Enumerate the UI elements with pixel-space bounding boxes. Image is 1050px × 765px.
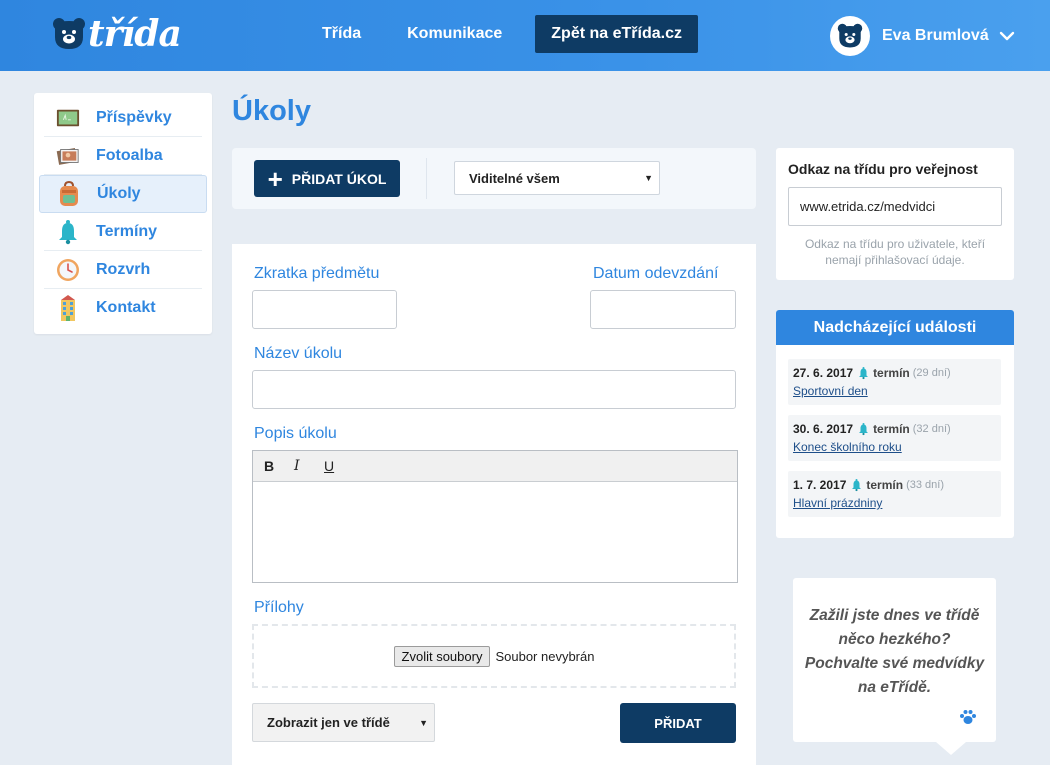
event-type: termín — [866, 478, 904, 492]
clock-icon — [56, 258, 80, 282]
nav-link-trida[interactable]: Třída — [322, 15, 361, 53]
description-textarea[interactable] — [253, 482, 737, 582]
bear-avatar-icon — [837, 23, 863, 48]
event-days: (32 dní) — [912, 423, 951, 435]
sidebar-item-fotoalba[interactable]: Fotoalba — [44, 137, 202, 175]
choose-files-button[interactable]: Zvolit soubory — [393, 645, 491, 667]
select-arrow-icon: ▼ — [419, 717, 428, 728]
task-form: Zkratka předmětu Datum odevzdání Název ú… — [232, 244, 756, 765]
bold-button[interactable]: B — [263, 458, 293, 474]
event-type: termín — [873, 422, 910, 436]
event-link[interactable]: Konec školního roku — [793, 440, 902, 454]
due-date-label: Datum odevzdání — [593, 265, 719, 282]
back-to-etrida-button[interactable]: Zpět na eTřída.cz — [535, 15, 698, 53]
public-link-card: Odkaz na třídu pro veřejnost www.etrida.… — [776, 148, 1014, 280]
event-link[interactable]: Hlavní prázdniny — [793, 496, 882, 510]
task-name-input[interactable] — [252, 370, 736, 409]
sidebar-item-kontakt[interactable]: Kontakt — [44, 289, 202, 327]
sidebar-item-rozvrh[interactable]: Rozvrh — [44, 251, 202, 289]
bell-icon — [858, 366, 869, 380]
underline-button[interactable]: U — [323, 458, 353, 474]
page-title: Úkoly — [232, 95, 311, 127]
sidebar-item-label: Rozvrh — [96, 260, 151, 278]
chalkboard-icon — [56, 106, 80, 130]
show-in-class-select[interactable]: Zobrazit jen ve třídě ▼ — [252, 703, 435, 742]
due-date-input[interactable] — [590, 290, 736, 329]
sidebar-item-label: Úkoly — [97, 185, 141, 202]
sidebar: Příspěvky Fotoalba Úkoly Termíny Rozvrh … — [34, 93, 212, 334]
promo-text: Zažili jste dnes ve třídě něco hezkého? … — [804, 607, 985, 696]
event-date: 27. 6. 2017 — [793, 366, 854, 380]
toolbar-divider — [426, 158, 427, 199]
bell-icon — [56, 219, 80, 244]
user-menu[interactable]: Eva Brumlová — [830, 16, 1015, 56]
attachments-label: Přílohy — [254, 599, 304, 616]
chevron-down-icon — [999, 31, 1014, 41]
subject-label: Zkratka předmětu — [254, 265, 380, 282]
top-header: třída Třída Komunikace Zpět na eTřída.cz… — [0, 0, 1050, 71]
event-link[interactable]: Sportovní den — [793, 384, 868, 398]
sidebar-item-label: Příspěvky — [96, 108, 172, 126]
events-title: Nadcházející události — [776, 310, 1014, 345]
file-status: Soubor nevybrán — [495, 648, 595, 664]
sidebar-item-label: Kontakt — [96, 299, 156, 316]
user-name: Eva Brumlová — [882, 27, 989, 44]
task-name-label: Název úkolu — [254, 345, 343, 362]
nav-link-komunikace[interactable]: Komunikace — [407, 15, 502, 53]
event-date: 30. 6. 2017 — [793, 422, 854, 436]
show-selected-value: Zobrazit jen ve třídě — [267, 715, 390, 730]
avatar — [830, 16, 870, 56]
event-type: termín — [873, 366, 910, 380]
paw-icon — [960, 710, 976, 724]
bell-icon — [858, 422, 869, 436]
plus-icon: + — [267, 163, 283, 194]
submit-add-button[interactable]: PŘIDAT — [620, 703, 736, 743]
editor-toolbar: B I U — [253, 451, 737, 482]
bell-icon — [851, 478, 862, 492]
bubble-tail — [936, 742, 966, 755]
event-days: (29 dní) — [912, 367, 951, 379]
upcoming-events-card: Nadcházející události 27. 6. 2017 termín… — [776, 310, 1014, 538]
italic-button[interactable]: I — [293, 458, 323, 474]
visibility-selected-value: Viditelné všem — [469, 170, 560, 186]
building-icon — [56, 295, 80, 321]
photo-album-icon — [56, 144, 80, 168]
event-date: 1. 7. 2017 — [793, 478, 847, 492]
event-days: (33 dní) — [906, 479, 944, 491]
subject-input[interactable] — [252, 290, 397, 329]
sidebar-item-prispevky[interactable]: Příspěvky — [44, 99, 202, 137]
etrida-logo[interactable]: třída — [52, 13, 182, 55]
select-arrow-icon: ▼ — [644, 173, 653, 183]
visibility-select[interactable]: Viditelné všem ▼ — [454, 161, 660, 195]
sidebar-item-terminy[interactable]: Termíny — [44, 213, 202, 251]
event-item: 27. 6. 2017 termín (29 dní) Sportovní de… — [788, 359, 1001, 405]
public-link-input[interactable]: www.etrida.cz/medvidci — [788, 187, 1002, 226]
description-label: Popis úkolu — [254, 425, 337, 442]
description-editor: B I U — [252, 450, 738, 583]
public-link-title: Odkaz na třídu pro veřejnost — [788, 161, 978, 177]
attachments-dropzone[interactable]: Zvolit soubory Soubor nevybrán — [252, 624, 736, 688]
bear-logo-icon — [53, 18, 85, 49]
sidebar-item-ukoly[interactable]: Úkoly — [39, 175, 207, 213]
sidebar-item-label: Fotoalba — [96, 146, 163, 164]
main-nav: Třída Komunikace Zpět na eTřída.cz — [322, 15, 698, 53]
add-task-label: PŘIDAT ÚKOL — [291, 170, 387, 187]
public-link-note: Odkaz na třídu pro uživatele, kteří nema… — [804, 237, 986, 267]
sidebar-item-label: Termíny — [96, 222, 158, 240]
event-item: 1. 7. 2017 termín (33 dní) Hlavní prázdn… — [788, 471, 1001, 517]
add-task-button[interactable]: + PŘIDAT ÚKOL — [254, 160, 400, 197]
task-toolbar: + PŘIDAT ÚKOL Viditelné všem ▼ — [232, 148, 756, 209]
event-item: 30. 6. 2017 termín (32 dní) Konec školní… — [788, 415, 1001, 461]
logo-text: třída — [88, 13, 182, 55]
backpack-icon — [57, 181, 81, 206]
praise-promo-bubble: Zažili jste dnes ve třídě něco hezkého? … — [793, 578, 996, 755]
